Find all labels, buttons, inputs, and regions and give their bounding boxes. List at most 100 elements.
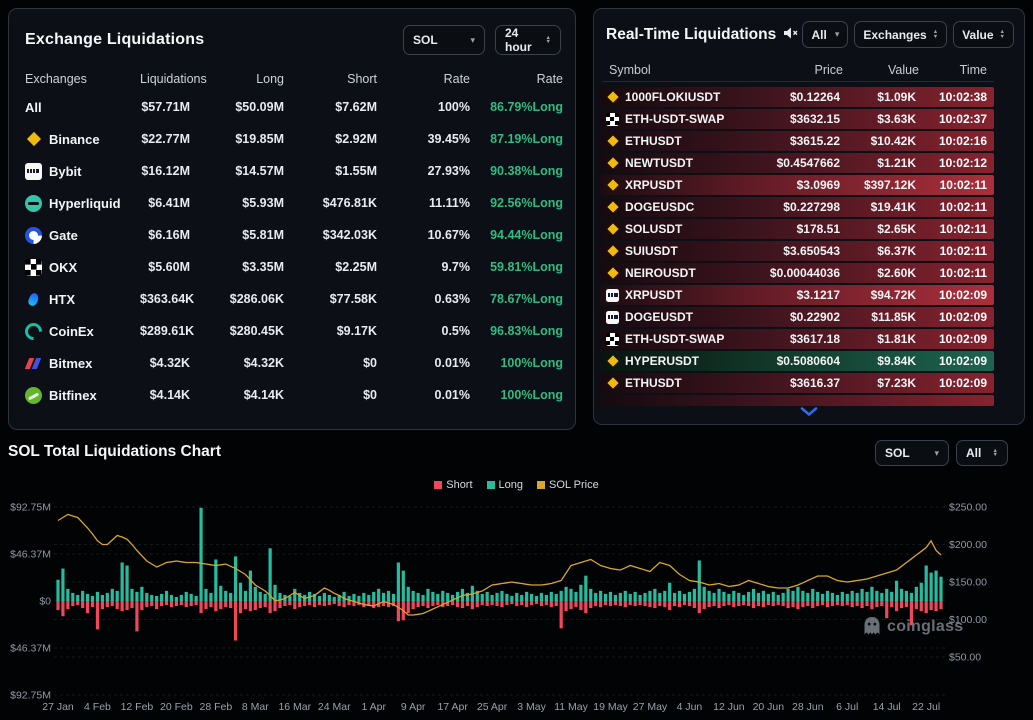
chart-range-dropdown[interactable]: All ▲▼ — [956, 440, 1008, 466]
realtime-table-row[interactable] — [599, 395, 994, 406]
exchange-table-row[interactable]: Bitfinex$4.14K$4.14K$00.01%100%Long — [9, 379, 575, 411]
exchange-name: OKX — [49, 260, 77, 275]
svg-text:$200.00: $200.00 — [949, 539, 987, 551]
exchange-table-row[interactable]: Binance$22.77M$19.85M$2.92M39.45%87.19%L… — [9, 123, 575, 155]
exchange-name-cell: OKX — [25, 259, 140, 276]
exchange-table-row[interactable]: HTX$363.64K$286.06K$77.58K0.63%78.67%Lon… — [9, 283, 575, 315]
realtime-exchanges-label: Exchanges — [863, 28, 926, 42]
liquidations-cell: $6.16M — [140, 228, 190, 242]
realtime-table-row[interactable]: DOGEUSDT$0.22902$11.85K10:02:09 — [599, 307, 994, 327]
rate-cell: 10.67% — [377, 228, 470, 242]
short-cell: $2.92M — [284, 132, 377, 146]
svg-text:$150.00: $150.00 — [949, 577, 987, 589]
long_rate-cell: 92.56%Long — [470, 196, 563, 210]
liquidations-cell: $57.71M — [140, 100, 190, 114]
realtime-table-row[interactable]: SOLUSDT$178.51$2.65K10:02:11 — [599, 219, 994, 239]
binance-icon — [606, 377, 619, 390]
exchange-name: All — [25, 100, 42, 115]
realtime-filter-value: All — [811, 28, 826, 42]
bybit-icon — [25, 163, 42, 180]
binance-icon — [25, 131, 42, 148]
realtime-value-label: Value — [962, 28, 993, 42]
rate-cell: 0.5% — [377, 324, 470, 338]
liquidations-chart[interactable]: $92.75M$46.37M$0$46.37M$92.75M$250.00$20… — [0, 470, 1033, 720]
realtime-table-row[interactable]: ETH-USDT-SWAP$3617.18$1.81K10:02:09 — [599, 329, 994, 349]
symbol-cell: XRPUSDT — [606, 288, 766, 302]
symbol-name: ETHUSDT — [625, 376, 682, 390]
column-header: Value — [843, 63, 919, 77]
short-cell: $0 — [284, 356, 377, 370]
svg-text:6 Jul: 6 Jul — [836, 701, 858, 713]
symbol-name: DOGEUSDT — [625, 310, 693, 324]
price-cell: $178.51 — [766, 222, 840, 236]
value-cell: $2.65K — [840, 222, 916, 236]
hyperliquid-icon — [25, 195, 42, 212]
exchange-name: Bitmex — [49, 356, 92, 371]
column-header: Exchanges — [25, 72, 140, 86]
long_rate-cell: 94.44%Long — [470, 228, 563, 242]
realtime-table-row[interactable]: ETH-USDT-SWAP$3632.15$3.63K10:02:37 — [599, 109, 994, 129]
price-cell: $3632.15 — [766, 112, 840, 126]
exchange-table-row[interactable]: Bybit$16.12M$14.57M$1.55M27.93%90.38%Lon… — [9, 155, 575, 187]
expand-more-chevron-icon[interactable] — [800, 403, 818, 421]
svg-text:28 Jun: 28 Jun — [792, 701, 824, 713]
exchange-table-row[interactable]: Gate$6.16M$5.81M$342.03K10.67%94.44%Long — [9, 219, 575, 251]
realtime-value-sort-button[interactable]: Value ▲▼ — [953, 21, 1014, 48]
realtime-exchanges-sort-button[interactable]: Exchanges ▲▼ — [854, 21, 947, 48]
long-cell: $19.85M — [190, 132, 284, 146]
realtime-table-row[interactable]: DOGEUSDC$0.227298$19.41K10:02:11 — [599, 197, 994, 217]
liquidations-cell: $289.61K — [140, 324, 190, 338]
exchange-period-value: 24 hour — [505, 26, 540, 54]
bitfinex-icon — [25, 387, 42, 404]
svg-text:17 Apr: 17 Apr — [437, 701, 468, 713]
price-cell: $0.5080604 — [766, 354, 840, 368]
sound-muted-icon[interactable] — [783, 26, 799, 45]
column-header: Symbol — [609, 63, 769, 77]
price-cell: $0.227298 — [766, 200, 840, 214]
realtime-table-row[interactable]: NEIROUSDT$0.00044036$2.60K10:02:11 — [599, 263, 994, 283]
exchange-table-row[interactable]: Hyperliquid$6.41M$5.93M$476.81K11.11%92.… — [9, 187, 575, 219]
price-cell: $3615.22 — [766, 134, 840, 148]
symbol-name: SUIUSDT — [625, 244, 678, 258]
realtime-table-row[interactable]: NEWTUSDT$0.4547662$1.21K10:02:12 — [599, 153, 994, 173]
svg-text:$46.37M: $46.37M — [10, 549, 51, 561]
exchange-table-row[interactable]: All$57.71M$50.09M$7.62M100%86.79%Long — [9, 91, 575, 123]
exchange-name-cell: Binance — [25, 131, 140, 148]
exchange-name-cell: All — [25, 99, 140, 116]
realtime-table-row[interactable]: XRPUSDT$3.0969$397.12K10:02:11 — [599, 175, 994, 195]
long-cell: $3.35M — [190, 260, 284, 274]
exchange-name: HTX — [49, 292, 75, 307]
svg-text:1 Apr: 1 Apr — [361, 701, 386, 713]
realtime-table-row[interactable]: SUIUSDT$3.650543$6.37K10:02:11 — [599, 241, 994, 261]
chart-title: SOL Total Liquidations Chart — [8, 443, 221, 461]
chart-coin-dropdown[interactable]: SOL ▾ — [875, 440, 949, 466]
value-cell: $11.85K — [840, 310, 916, 324]
exchange-coin-dropdown[interactable]: SOL ▾ — [403, 25, 485, 55]
coinglass-ghost-icon — [862, 616, 882, 638]
symbol-cell: NEIROUSDT — [606, 266, 766, 280]
exchange-period-dropdown[interactable]: 24 hour ▲▼ — [495, 25, 561, 55]
exchange-table-row[interactable]: Bitmex$4.32K$4.32K$00.01%100%Long — [9, 347, 575, 379]
short-cell: $342.03K — [284, 228, 377, 242]
realtime-table-row[interactable]: ETHUSDT$3615.22$10.42K10:02:16 — [599, 131, 994, 151]
time-cell: 10:02:09 — [916, 376, 987, 390]
realtime-table-row[interactable]: ETHUSDT$3616.37$7.23K10:02:09 — [599, 373, 994, 393]
realtime-table-row[interactable]: 1000FLOKIUSDT$0.12264$1.09K10:02:38 — [599, 87, 994, 107]
rate-cell: 9.7% — [377, 260, 470, 274]
realtime-filter-dropdown[interactable]: All ▾ — [802, 21, 848, 48]
value-cell: $2.60K — [840, 266, 916, 280]
value-cell: $6.37K — [840, 244, 916, 258]
svg-text:9 Apr: 9 Apr — [401, 701, 426, 713]
column-header: Rate — [377, 72, 470, 86]
time-cell: 10:02:11 — [916, 244, 987, 258]
column-header: Price — [769, 63, 843, 77]
svg-text:12 Feb: 12 Feb — [121, 701, 154, 713]
exchange-table-row[interactable]: CoinEx$289.61K$280.45K$9.17K0.5%96.83%Lo… — [9, 315, 575, 347]
price-cell: $3616.37 — [766, 376, 840, 390]
exchange-name-cell: Gate — [25, 227, 140, 244]
symbol-name: SOLUSDT — [625, 222, 682, 236]
symbol-name: XRPUSDT — [625, 288, 682, 302]
realtime-table-row[interactable]: XRPUSDT$3.1217$94.72K10:02:09 — [599, 285, 994, 305]
exchange-table-row[interactable]: OKX$5.60M$3.35M$2.25M9.7%59.81%Long — [9, 251, 575, 283]
realtime-table-row[interactable]: HYPERUSDT$0.5080604$9.84K10:02:09 — [599, 351, 994, 371]
